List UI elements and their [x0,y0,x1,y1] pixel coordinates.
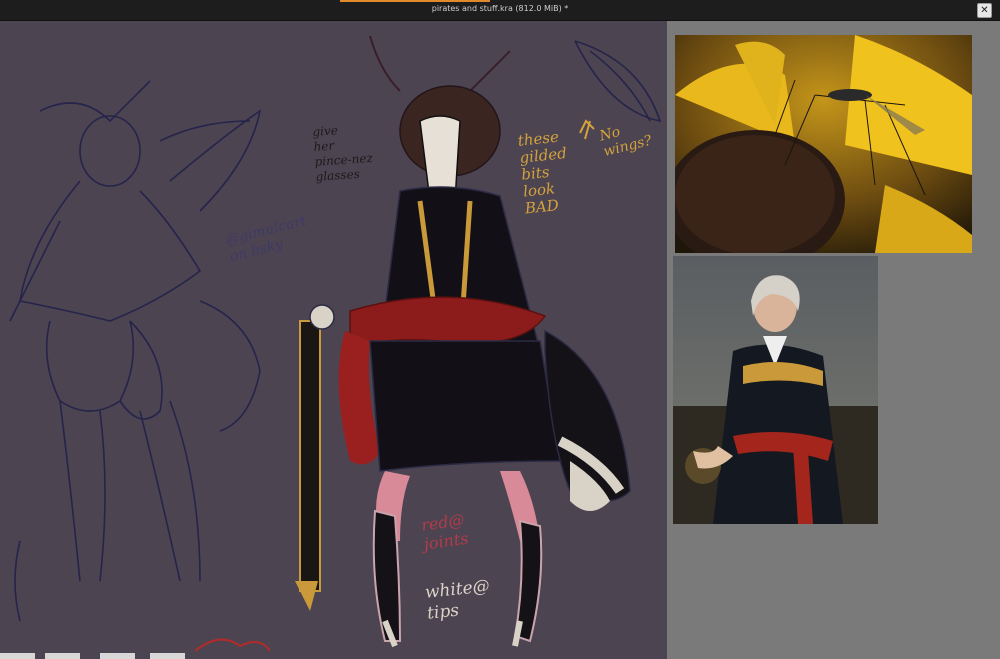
red-scribble [194,638,271,652]
close-button[interactable]: ✕ [977,3,992,18]
drawing-canvas[interactable]: give her pince-nez glasses @gimulcart on… [0,21,667,659]
note-pince-nez: give her pince-nez glasses [312,123,374,184]
window-title: pirates and stuff.kra (812.0 MiB) * [431,4,569,13]
window-titlebar: pirates and stuff.kra (812.0 MiB) * ✕ [0,0,1000,21]
active-tab-indicator [340,0,490,2]
note-red-joints: red@ joints [420,509,470,554]
wing-sketch [574,40,662,123]
note-white-tips: white@ tips [424,576,491,624]
arrow-mark [579,119,595,140]
note-gilded-bits: these gilded bits look BAD [516,127,568,218]
canvas-tool-strip-4 [150,653,185,659]
canvas-tool-strip-1 [0,653,35,659]
canvas-tool-strip-2 [45,653,80,659]
canvas-tool-strip-3 [100,653,135,659]
sketch-layer [9,35,662,652]
rough-sketch-figure [9,80,262,622]
admiral-reference-image [673,256,878,524]
mosquito-reference-image [675,35,972,253]
